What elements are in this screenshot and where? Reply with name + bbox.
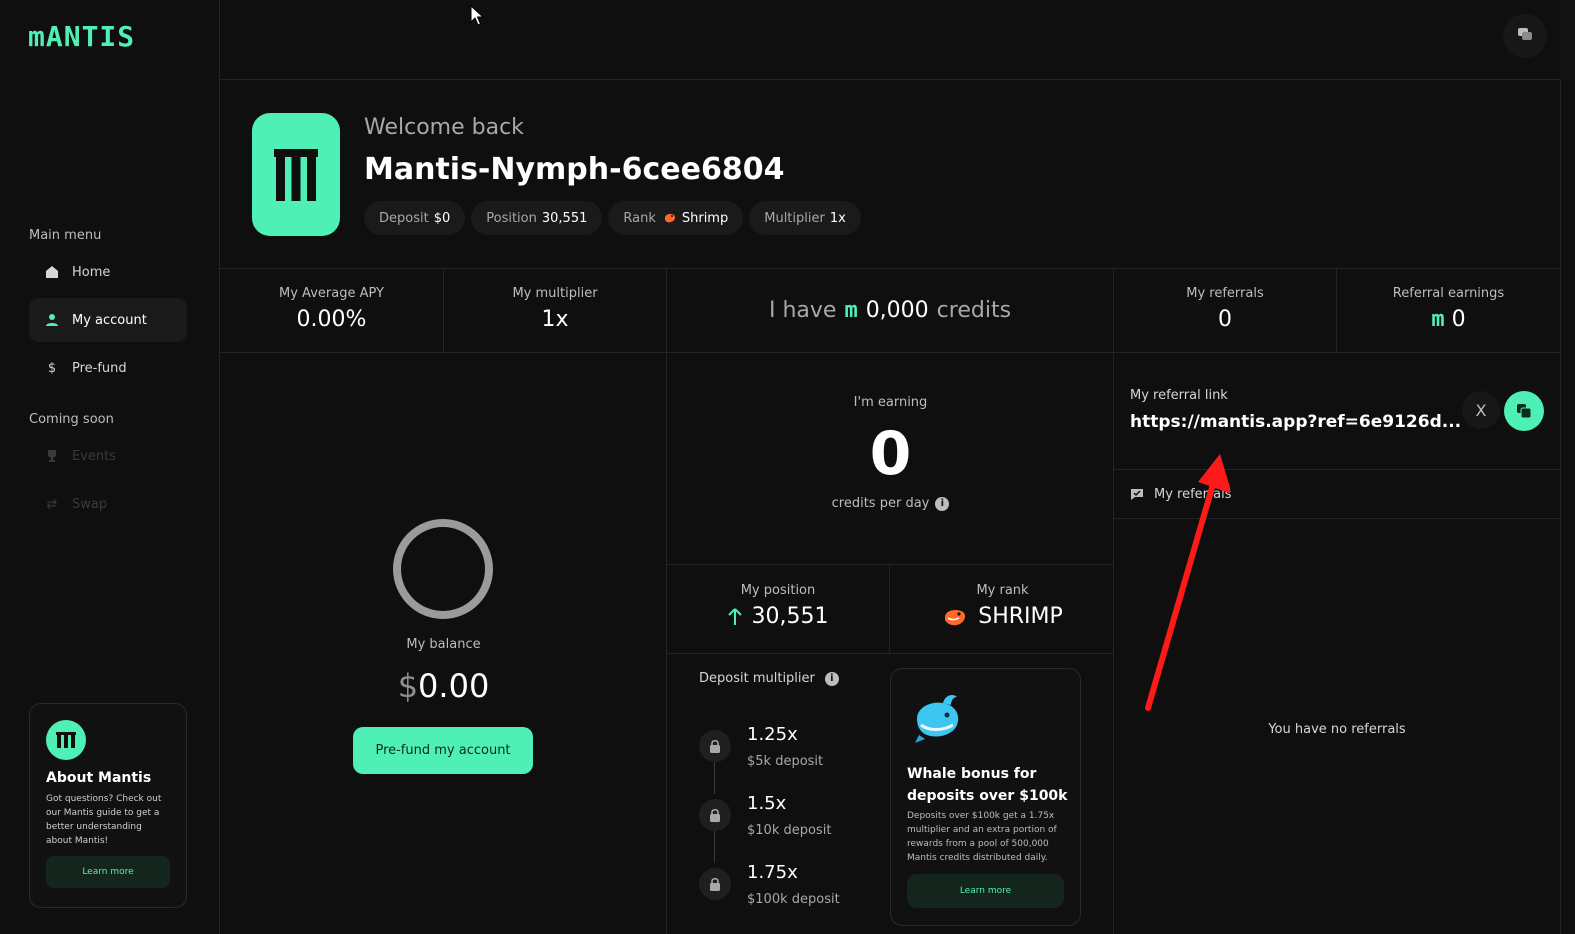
- earning-unit: credits per day i: [667, 496, 1114, 511]
- swap-icon: ⇄: [46, 496, 58, 512]
- position-stat: My position 30,551: [667, 565, 890, 654]
- home-icon: [45, 265, 59, 279]
- tab-my-referrals[interactable]: My referrals: [1114, 470, 1560, 519]
- balance-ring: [393, 519, 493, 619]
- main-menu-heading: Main menu: [29, 228, 102, 243]
- referral-link-label: My referral link: [1130, 388, 1228, 403]
- window-edge: [1560, 0, 1575, 80]
- referral-link-panel: My referral link https://mantis.app?ref=…: [1114, 353, 1560, 470]
- sidebar-item-label: My account: [72, 312, 147, 328]
- stats-row: My Average APY 0.00% My multiplier 1x I …: [220, 268, 1560, 354]
- dollar-icon: $: [47, 360, 57, 376]
- lock-icon: [699, 799, 731, 831]
- sidebar-item-pre-fund[interactable]: $ Pre-fund: [29, 346, 187, 390]
- whale-text: Deposits over $100k get a 1.75x multipli…: [907, 811, 1057, 863]
- info-icon[interactable]: i: [935, 496, 950, 511]
- user-icon: [45, 313, 59, 327]
- arrow-up-icon: [727, 607, 742, 626]
- x-icon: X: [1475, 400, 1487, 420]
- sidebar: mANTIS Main menu Home My account $ Pre-f…: [0, 0, 220, 934]
- chat-button[interactable]: [1503, 14, 1547, 58]
- whale-icon: [913, 691, 963, 749]
- position-rank-row: My position 30,551 My rank SHRIMP: [667, 565, 1114, 654]
- whale-title: Whale bonus for deposits over $100k: [907, 766, 1068, 804]
- top-bar: [220, 0, 1575, 80]
- scrollbar-track[interactable]: [1560, 80, 1575, 934]
- shrimp-icon: [663, 212, 677, 224]
- referral-link-value[interactable]: https://mantis.app?ref=6e9126d...: [1130, 412, 1461, 432]
- coming-soon-heading: Coming soon: [29, 412, 114, 427]
- multiplier-chip: Multiplier 1x: [749, 201, 861, 235]
- lock-icon: [699, 730, 731, 762]
- sidebar-item-label: Home: [72, 264, 111, 280]
- balance-value: $0.00: [397, 667, 490, 705]
- chat-icon: [1517, 26, 1533, 46]
- sidebar-item-events: Events: [29, 434, 187, 478]
- balance-panel: My balance $0.00 Pre-fund my account: [220, 353, 667, 934]
- referral-earnings-stat: Referral earnings m 0: [1392, 286, 1505, 332]
- prefund-button[interactable]: Pre-fund my account: [353, 727, 533, 774]
- apy-stat: My Average APY 0.00%: [220, 269, 444, 354]
- welcome-text: Welcome back: [364, 115, 524, 140]
- copy-link-button[interactable]: [1504, 391, 1544, 431]
- sidebar-item-label: Swap: [72, 496, 108, 512]
- earning-panel: I'm earning 0 credits per day i: [667, 353, 1114, 565]
- sidebar-item-label: Events: [72, 448, 117, 464]
- chat-check-icon: [1130, 487, 1144, 501]
- rank-stat: My rank SHRIMP: [891, 565, 1114, 654]
- whale-learn-more-button[interactable]: Learn more: [907, 874, 1064, 908]
- about-text: Got questions? Check out our Mantis guid…: [46, 794, 162, 846]
- lock-icon: [699, 868, 731, 900]
- deposit-multiplier-title: Deposit multiplier i: [699, 671, 839, 686]
- sidebar-item-swap: ⇄ Swap: [29, 482, 187, 526]
- learn-more-button[interactable]: Learn more: [46, 856, 170, 888]
- about-title: About Mantis: [46, 770, 152, 786]
- earning-label: I'm earning: [853, 395, 928, 410]
- about-mantis-card: About Mantis Got questions? Check out ou…: [29, 703, 187, 908]
- sidebar-item-home[interactable]: Home: [29, 250, 187, 294]
- tier-connector: [714, 831, 715, 863]
- balance-label: My balance: [406, 637, 481, 652]
- deposit-chip: Deposit $0: [364, 201, 466, 235]
- cursor-icon: [470, 5, 484, 26]
- credits-stat: I have m 0,000 credits: [667, 269, 1114, 354]
- copy-icon: [1516, 403, 1532, 419]
- whale-bonus-card: Whale bonus for deposits over $100k Depo…: [890, 668, 1081, 926]
- multiplier-stat: My multiplier 1x: [444, 269, 667, 354]
- rank-chip: Rank Shrimp: [608, 201, 744, 235]
- empty-referrals-text: You have no referrals: [1268, 722, 1406, 737]
- mantis-logo[interactable]: mANTIS: [28, 20, 135, 53]
- avatar: [252, 113, 340, 236]
- mantis-mark-icon: [46, 720, 86, 760]
- sidebar-item-my-account[interactable]: My account: [29, 298, 187, 342]
- info-icon[interactable]: i: [824, 671, 839, 686]
- trophy-icon: [45, 449, 59, 463]
- position-chip: Position 30,551: [471, 201, 603, 235]
- referrals-stat: My referrals 0: [1114, 269, 1337, 354]
- username: Mantis-Nymph-6cee6804: [364, 152, 785, 187]
- profile-chips: Deposit $0 Position 30,551 Rank Shrimp Mul…: [364, 201, 861, 235]
- mantis-credit-icon: m: [844, 298, 858, 323]
- earning-value: 0: [869, 419, 912, 489]
- mantis-credit-icon: m: [1431, 307, 1445, 332]
- share-x-button[interactable]: X: [1462, 391, 1500, 429]
- tier-connector: [714, 762, 715, 794]
- sidebar-item-label: Pre-fund: [72, 360, 127, 376]
- shrimp-icon: [942, 606, 968, 628]
